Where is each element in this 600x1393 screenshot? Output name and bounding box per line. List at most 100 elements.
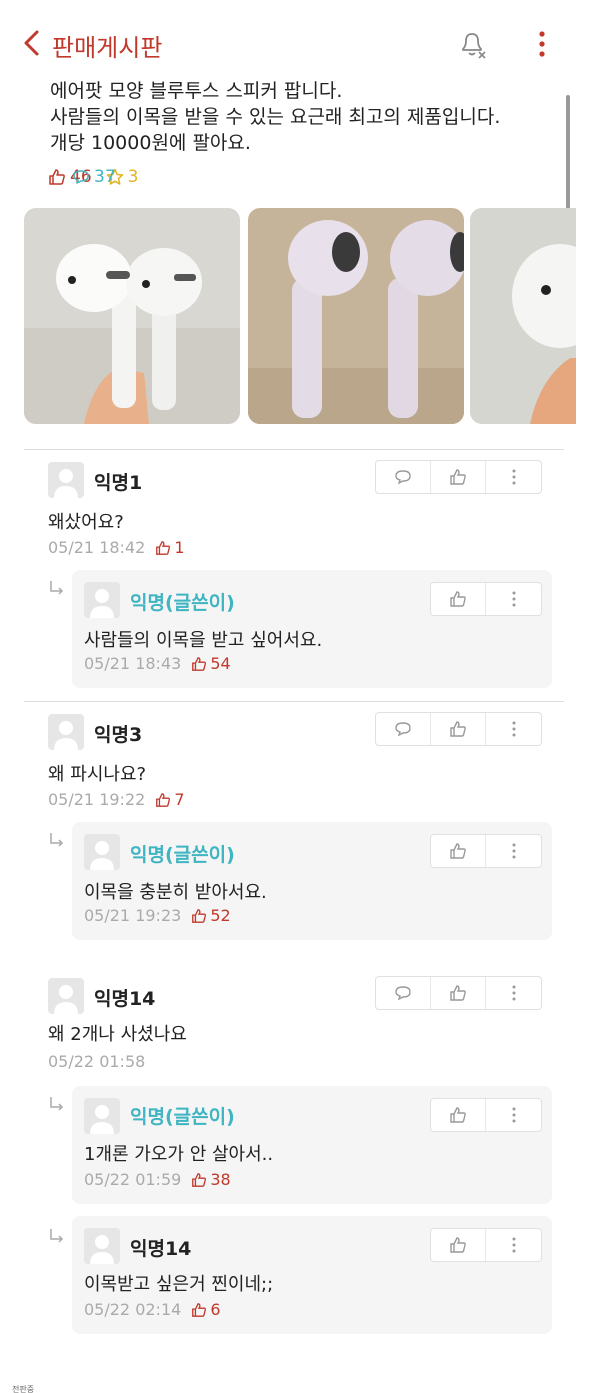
more-button[interactable]	[486, 461, 541, 493]
photo-1-image	[24, 208, 240, 424]
reply-box: 익명(글쓴이) 1개론 가오가 안 살아서.. 05/22 01:59 38	[72, 1086, 552, 1204]
reply-time: 05/22 02:14	[84, 1300, 182, 1319]
commenter-name: 익명3	[94, 724, 143, 746]
avatar	[48, 462, 84, 498]
default-avatar-icon	[90, 1105, 114, 1134]
post-line: 개당 10000원에 팔아요.	[50, 132, 251, 154]
more-vertical-icon	[512, 469, 515, 485]
thumbs-up-icon	[450, 985, 466, 1001]
thumbs-up-icon	[450, 591, 466, 607]
watermark: 전판중	[12, 1385, 35, 1393]
like-count-value: 1	[174, 538, 185, 557]
thumbs-up-icon	[49, 169, 65, 185]
more-vertical-icon	[512, 721, 515, 737]
reply-meta: 05/21 19:23 52	[84, 906, 231, 925]
default-avatar-icon	[54, 469, 78, 498]
photo-3[interactable]	[470, 208, 576, 424]
comment-like-count: 1	[155, 538, 185, 557]
photo-3-image	[470, 208, 576, 424]
commenter-name: 익명1	[94, 472, 143, 494]
like-button[interactable]	[431, 583, 486, 615]
reply-box: 익명(글쓴이) 사람들의 이목을 받고 싶어서요. 05/21 18:43 54	[72, 570, 552, 688]
more-vertical-icon	[512, 985, 515, 1001]
author-name: 익명(글쓴이)	[130, 1106, 235, 1128]
comment-text: 왜샀어요?	[48, 512, 124, 533]
reply-meta: 05/21 18:43 54	[84, 654, 231, 673]
thumbs-up-icon	[450, 843, 466, 859]
back-arrow-icon[interactable]	[22, 30, 42, 56]
like-button[interactable]	[431, 835, 486, 867]
notification-off-bell-icon[interactable]	[456, 28, 488, 60]
thumbs-up-icon	[192, 908, 207, 923]
like-button[interactable]	[431, 713, 486, 745]
reply-like-count: 54	[191, 654, 231, 673]
photo-1[interactable]	[24, 208, 240, 424]
reply-time: 05/22 01:59	[84, 1170, 182, 1189]
comment-text: 왜 2개나 사셨나요	[48, 1024, 187, 1045]
default-avatar-icon	[90, 841, 114, 870]
more-button[interactable]	[486, 1099, 541, 1131]
reply-actions	[430, 1098, 542, 1132]
thumbs-up-icon	[192, 1302, 207, 1317]
comment-thread: 익명3 왜 파시나요? 05/21 19:22 7	[24, 712, 564, 812]
default-avatar-icon	[90, 589, 114, 618]
post-line: 에어팟 모양 블루투스 스피커 팝니다.	[50, 80, 343, 102]
reply-button[interactable]	[376, 977, 431, 1009]
reply-arrow-icon	[50, 581, 64, 595]
reply-box: 익명14 이목받고 싶은거 찐이네;; 05/22 02:14 6	[72, 1216, 552, 1334]
speech-bubble-icon	[73, 170, 89, 184]
more-button[interactable]	[486, 977, 541, 1009]
reply-meta: 05/22 01:59 38	[84, 1170, 231, 1189]
comment-meta: 05/22 01:58	[48, 1052, 145, 1071]
more-vertical-icon	[512, 1107, 515, 1123]
comment-count-value: 37	[94, 167, 116, 187]
post-content: 에어팟 모양 블루투스 스피커 팝니다. 사람들의 이목을 받을 수 있는 요근…	[50, 78, 570, 156]
thumbs-up-icon	[156, 540, 171, 555]
like-count-value: 52	[210, 906, 231, 925]
more-options-icon[interactable]	[536, 30, 548, 58]
comment-text: 왜 파시나요?	[48, 764, 147, 785]
more-vertical-icon	[512, 1237, 515, 1253]
avatar	[84, 1098, 120, 1134]
more-button[interactable]	[486, 583, 541, 615]
more-vertical-icon	[512, 843, 515, 859]
more-button[interactable]	[486, 1229, 541, 1261]
thumbs-up-icon	[450, 469, 466, 485]
photo-2[interactable]	[248, 208, 464, 424]
post-comment-count: 37	[72, 167, 600, 187]
reply-actions	[430, 834, 542, 868]
reply-actions	[430, 582, 542, 616]
reply-text: 사람들의 이목을 받고 싶어서요.	[84, 630, 323, 651]
like-button[interactable]	[431, 977, 486, 1009]
thumbs-up-icon	[450, 1237, 466, 1253]
commenter-name: 익명14	[130, 1238, 192, 1260]
like-button[interactable]	[431, 1099, 486, 1131]
commenter-name: 익명14	[94, 988, 156, 1010]
reply-like-count: 6	[191, 1300, 221, 1319]
thumbs-up-icon	[192, 1172, 207, 1187]
avatar	[84, 582, 120, 618]
photo-carousel[interactable]	[24, 208, 576, 426]
like-button[interactable]	[431, 461, 486, 493]
like-button[interactable]	[431, 1229, 486, 1261]
speech-bubble-icon	[395, 986, 411, 1001]
reply-like-count: 52	[191, 906, 231, 925]
reply-box: 익명(글쓴이) 이목을 충분히 받아서요. 05/21 19:23 52	[72, 822, 552, 940]
reply-button[interactable]	[376, 713, 431, 745]
default-avatar-icon	[90, 1235, 114, 1264]
avatar	[48, 978, 84, 1014]
reply-text: 이목받고 싶은거 찐이네;;	[84, 1274, 274, 1295]
comment-time: 05/22 01:58	[48, 1052, 146, 1071]
like-count-value: 38	[210, 1170, 231, 1189]
reply-arrow-icon	[50, 1229, 64, 1243]
reply-button[interactable]	[376, 461, 431, 493]
more-button[interactable]	[486, 835, 541, 867]
more-button[interactable]	[486, 713, 541, 745]
comment-actions	[375, 976, 542, 1010]
like-count-value: 7	[174, 790, 185, 809]
thumbs-up-icon	[156, 792, 171, 807]
comment-like-count: 7	[155, 790, 185, 809]
reply-time: 05/21 19:23	[84, 906, 182, 925]
comment-actions	[375, 712, 542, 746]
photo-2-image	[248, 208, 464, 424]
